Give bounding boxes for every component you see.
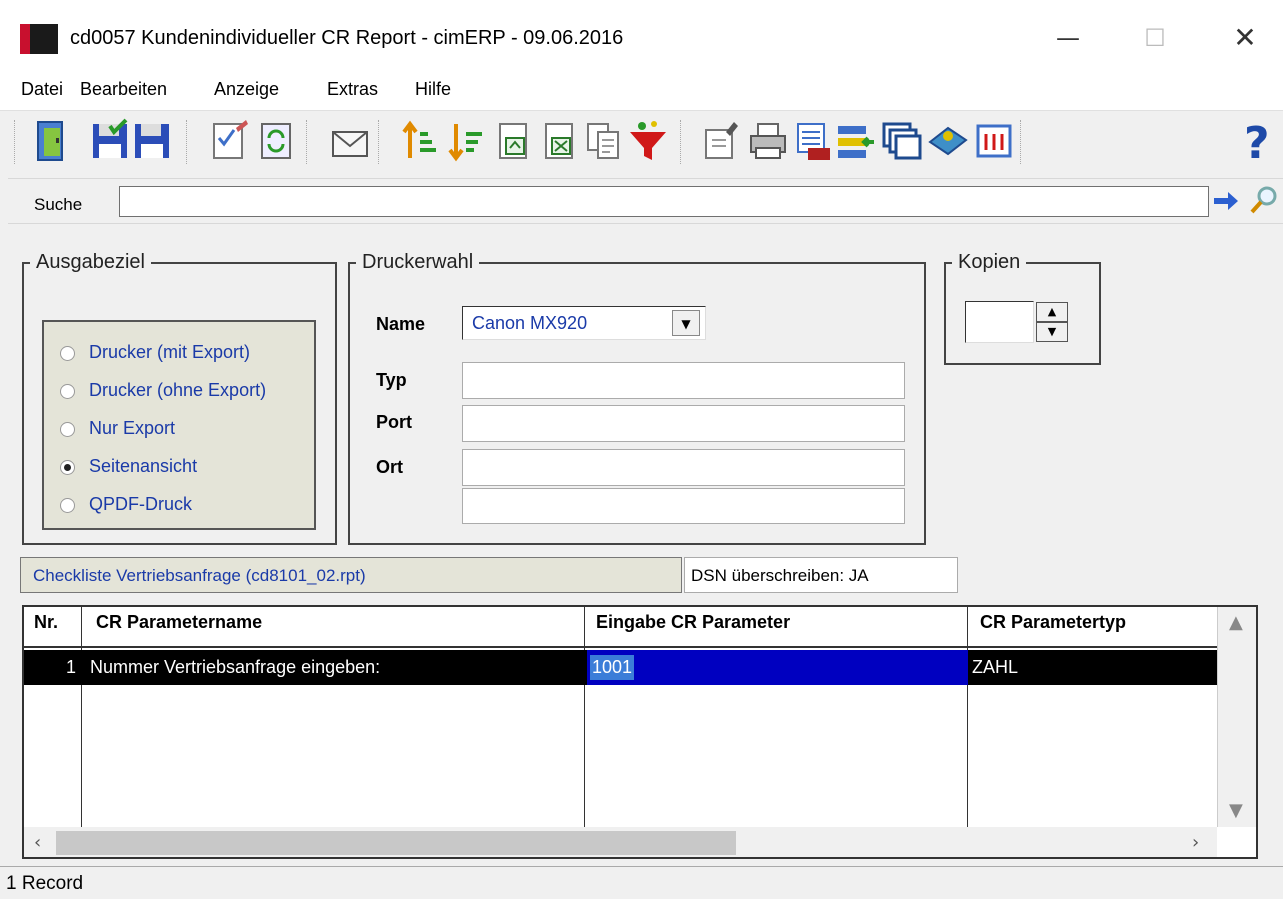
horizontal-scroll-thumb[interactable] (56, 831, 736, 855)
radio-label: Seitenansicht (89, 456, 198, 476)
radio-drucker-ohne-export[interactable]: Drucker (ohne Export) (60, 380, 266, 404)
radio-nur-export[interactable]: Nur Export (60, 418, 175, 442)
radio-button[interactable] (60, 421, 75, 437)
minimize-button[interactable]: — (1038, 18, 1098, 58)
grid-header-divider (24, 646, 1217, 648)
column-header-eingabe[interactable]: Eingabe CR Parameter (596, 612, 790, 633)
menu-bar (0, 76, 1283, 110)
printer-select-value: Canon MX920 (472, 313, 588, 333)
book-icon[interactable] (928, 118, 968, 164)
save-check-icon[interactable] (90, 118, 130, 164)
radio-drucker-mit-export[interactable]: Drucker (mit Export) (60, 342, 250, 366)
edit-doc-icon[interactable] (700, 118, 740, 164)
port-label: Port (376, 412, 412, 432)
table-cell-type: ZAHL (972, 657, 1019, 677)
grid-column-divider (584, 607, 585, 827)
chevron-down-icon[interactable]: ▼ (672, 310, 700, 336)
copy-icon[interactable] (584, 118, 624, 164)
grid-column-divider (81, 607, 82, 827)
print-icon[interactable] (748, 118, 788, 164)
menu-anzeige[interactable]: Anzeige (214, 79, 279, 100)
table-cell-nr: 1 (66, 657, 77, 677)
toolbar-separator (306, 120, 309, 164)
menu-extras[interactable]: Extras (327, 79, 378, 100)
scroll-left-icon[interactable]: ‹ (34, 832, 41, 853)
toolbar-separator (680, 120, 683, 164)
app-icon (20, 24, 58, 54)
typ-field[interactable] (462, 362, 905, 399)
menu-datei[interactable]: Datei (21, 79, 63, 100)
search-label: Suche (34, 195, 83, 214)
calendar-icon[interactable] (792, 118, 832, 164)
window-title: cd0057 Kundenindividueller CR Report - c… (70, 27, 624, 49)
grid-icon[interactable] (974, 118, 1014, 164)
parameter-grid (22, 605, 1258, 859)
radio-label: QPDF-Druck (89, 494, 192, 514)
grid-column-divider (967, 607, 968, 827)
toolbar-separator (378, 120, 381, 164)
scroll-down-icon[interactable]: ▼ (1229, 800, 1243, 821)
ausgabeziel-title: Ausgabeziel (30, 251, 151, 274)
menu-bearbeiten[interactable]: Bearbeiten (80, 79, 167, 100)
maximize-button[interactable]: ☐ (1125, 18, 1185, 58)
radio-label: Drucker (ohne Export) (89, 380, 267, 400)
radio-button[interactable] (60, 383, 75, 399)
column-header-parametername[interactable]: CR Parametername (96, 612, 262, 633)
copies-input[interactable] (965, 301, 1034, 343)
table-cell-input[interactable] (587, 650, 968, 685)
mail-icon[interactable] (330, 118, 370, 164)
refresh-icon[interactable] (256, 118, 296, 164)
arrow-right-icon[interactable] (1212, 188, 1240, 214)
toolbar-separator (14, 120, 17, 164)
status-text: 1 Record (6, 873, 84, 894)
scroll-up-icon[interactable]: ▲ (1229, 612, 1243, 633)
radio-label: Nur Export (89, 418, 176, 438)
vertical-scrollbar[interactable] (1217, 607, 1256, 827)
typ-label: Typ (376, 370, 407, 390)
ort-field-line2[interactable] (462, 488, 905, 524)
magnifier-icon[interactable] (1248, 184, 1280, 216)
radio-button[interactable] (60, 459, 75, 475)
help-icon[interactable]: ? (1236, 118, 1276, 164)
spin-down-icon[interactable]: ▼ (1036, 322, 1068, 342)
filter-icon[interactable] (628, 118, 668, 164)
windows-icon[interactable] (882, 118, 922, 164)
table-cell-name: Nummer Vertriebsanfrage eingeben: (90, 657, 381, 677)
scroll-right-icon[interactable]: › (1192, 832, 1199, 853)
ort-label: Ort (376, 457, 403, 477)
dsn-status: DSN überschreiben: JA (684, 557, 958, 593)
exit-icon[interactable] (34, 118, 74, 164)
svg-text:?: ? (1244, 118, 1270, 164)
toolbar-separator (186, 120, 189, 164)
export-icon[interactable] (492, 118, 532, 164)
ort-field[interactable] (462, 449, 905, 486)
search-input[interactable] (119, 186, 1209, 217)
column-header-parametertyp[interactable]: CR Parametertyp (980, 612, 1126, 633)
report-name: Checkliste Vertriebsanfrage (cd8101_02.r… (20, 557, 682, 593)
save-icon[interactable] (132, 118, 172, 164)
kopien-title: Kopien (952, 251, 1027, 274)
spin-up-icon[interactable]: ▲ (1036, 302, 1068, 322)
edit-check-icon[interactable] (210, 118, 250, 164)
radio-seitenansicht[interactable]: Seitenansicht (60, 456, 197, 480)
radio-button[interactable] (60, 497, 75, 513)
radio-button[interactable] (60, 345, 75, 361)
menu-hilfe[interactable]: Hilfe (415, 79, 451, 100)
toolbar-separator (1020, 120, 1023, 164)
sort-ascending-icon[interactable] (400, 118, 440, 164)
column-header-nr[interactable]: Nr. (34, 612, 58, 633)
port-field[interactable] (462, 405, 905, 442)
close-button[interactable]: ✕ (1215, 18, 1275, 58)
status-bar (0, 866, 1283, 899)
druckerwahl-title: Druckerwahl (356, 251, 480, 274)
name-label: Name (376, 314, 426, 334)
table-cell-input-value[interactable]: 1001 (590, 655, 635, 680)
radio-qpdf-druck[interactable]: QPDF-Druck (60, 494, 192, 518)
sort-descending-icon[interactable] (446, 118, 486, 164)
radio-label: Drucker (mit Export) (89, 342, 251, 362)
import-icon[interactable] (836, 118, 876, 164)
excel-icon[interactable] (538, 118, 578, 164)
